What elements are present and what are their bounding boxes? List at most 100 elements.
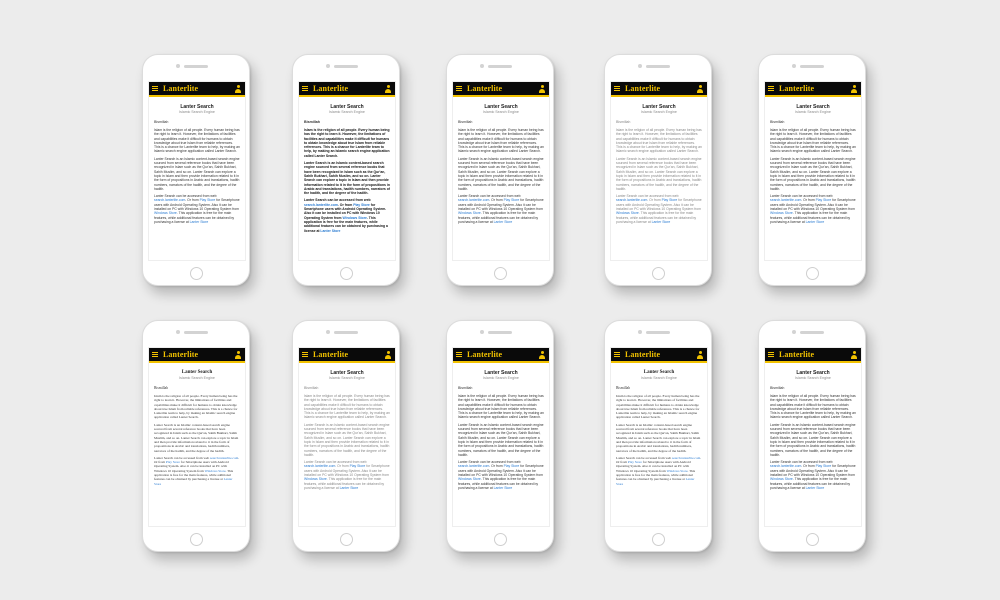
phone-screen: Lanterlite Lanter Search Islamic Search … <box>610 81 708 261</box>
brand-logo[interactable]: Lanterlite <box>467 349 502 360</box>
page-content: Lanter Search Islamic Search Engine Bism… <box>453 363 549 490</box>
phone-mockup-8: Lanterlite Lanter Search Islamic Search … <box>446 320 554 552</box>
speaker <box>334 331 358 334</box>
lanter-store-link[interactable]: Lanter Store <box>494 486 513 490</box>
page-subtitle: Islamic Search Engine <box>795 376 831 380</box>
user-icon[interactable] <box>851 351 857 359</box>
lanter-store-link[interactable]: Lanter Store <box>494 220 513 224</box>
top-bar: Lanterlite <box>765 348 861 363</box>
description-paragraph: Lanter Search is an Islamic content-base… <box>304 422 390 457</box>
page-subtitle: Islamic Search Engine <box>641 110 677 114</box>
lanter-store-link[interactable]: Lanter Store <box>806 486 825 490</box>
speaker <box>800 65 824 68</box>
phone-screen: Lanterlite Lanter Search Islamic Search … <box>452 347 550 527</box>
page-content: Lanter Search Islamic Search Engine Bism… <box>149 363 245 486</box>
access-paragraph: Lanter Search can be accessed from web s… <box>304 460 390 490</box>
page-content: Lanter Search Islamic Search Engine Bism… <box>611 363 707 486</box>
user-icon[interactable] <box>697 351 703 359</box>
menu-icon[interactable] <box>614 352 620 357</box>
access-paragraph: Lanter Search can be accessed from web s… <box>458 194 544 224</box>
user-icon[interactable] <box>851 85 857 93</box>
bismillah-text: Bismillah <box>154 386 168 390</box>
description-paragraph: Lanter Search is an Islamic content-base… <box>458 422 544 457</box>
menu-icon[interactable] <box>152 352 158 357</box>
menu-icon[interactable] <box>456 352 462 357</box>
menu-icon[interactable] <box>302 352 308 357</box>
intro-paragraph: Islam is the religion of all people. Eve… <box>616 128 702 154</box>
page-subtitle: Islamic Search Engine <box>483 376 519 380</box>
brand-logo[interactable]: Lanterlite <box>779 83 814 94</box>
intro-paragraph: Islam is the religion of all people. Eve… <box>458 394 544 420</box>
home-button[interactable] <box>340 267 353 280</box>
home-button[interactable] <box>190 533 203 546</box>
page-subtitle: Islamic Search Engine <box>329 376 365 380</box>
brand-logo[interactable]: Lanterlite <box>313 83 348 94</box>
phone-mockup-1: Lanterlite Lanter Search Islamic Search … <box>142 54 250 286</box>
lanter-store-link[interactable]: Lanter Store <box>190 220 209 224</box>
user-icon[interactable] <box>697 85 703 93</box>
camera <box>326 64 330 68</box>
menu-icon[interactable] <box>614 86 620 91</box>
lanter-store-link[interactable]: Lanter Store <box>652 220 671 224</box>
home-button[interactable] <box>494 267 507 280</box>
camera <box>792 330 796 334</box>
brand-logo[interactable]: Lanterlite <box>625 349 660 360</box>
brand-logo[interactable]: Lanterlite <box>779 349 814 360</box>
home-button[interactable] <box>652 533 665 546</box>
menu-icon[interactable] <box>456 86 462 91</box>
phone-mockup-2: Lanterlite Lanter Search Islamic Search … <box>292 54 400 286</box>
bismillah-text: Bismillah <box>304 120 320 124</box>
description-paragraph: Lanter Search is an Islamic content-base… <box>154 422 239 453</box>
user-icon[interactable] <box>385 85 391 93</box>
lanter-store-link[interactable]: Lanter Store <box>806 220 825 224</box>
brand-logo[interactable]: Lanterlite <box>163 83 198 94</box>
speaker <box>800 331 824 334</box>
lanter-store-link[interactable]: Lanter Store <box>340 486 359 490</box>
access-paragraph: Lanter Search can be accessed from web s… <box>770 194 856 224</box>
user-icon[interactable] <box>235 85 241 93</box>
page-subtitle: Islamic Search Engine <box>179 110 215 114</box>
brand-logo[interactable]: Lanterlite <box>163 349 198 360</box>
phone-screen: Lanterlite Lanter Search Islamic Search … <box>298 81 396 261</box>
camera <box>326 330 330 334</box>
page-subtitle: Islamic Search Engine <box>483 110 519 114</box>
camera <box>638 64 642 68</box>
menu-icon[interactable] <box>768 86 774 91</box>
bismillah-text: Bismillah <box>154 120 169 124</box>
user-icon[interactable] <box>539 85 545 93</box>
camera <box>792 64 796 68</box>
home-button[interactable] <box>494 533 507 546</box>
brand-logo[interactable]: Lanterlite <box>467 83 502 94</box>
bismillah-text: Bismillah <box>770 386 785 390</box>
menu-icon[interactable] <box>152 86 158 91</box>
phone-screen: Lanterlite Lanter Search Islamic Search … <box>148 81 246 261</box>
top-bar: Lanterlite <box>611 82 707 97</box>
phone-mockup-7: Lanterlite Lanter Search Islamic Search … <box>292 320 400 552</box>
intro-paragraph: Islam is the religion of all people. Eve… <box>154 128 240 154</box>
home-button[interactable] <box>806 267 819 280</box>
menu-icon[interactable] <box>768 352 774 357</box>
lanter-store-link[interactable]: Lanter Store <box>320 229 340 233</box>
intro-paragraph: Islam is the religion of all people. Eve… <box>770 128 856 154</box>
speaker <box>646 331 670 334</box>
home-button[interactable] <box>652 267 665 280</box>
bismillah-text: Bismillah <box>458 120 473 124</box>
user-icon[interactable] <box>539 351 545 359</box>
user-icon[interactable] <box>385 351 391 359</box>
access-paragraph: Lanter Search can be accessed from web s… <box>154 456 240 486</box>
camera <box>176 64 180 68</box>
home-button[interactable] <box>190 267 203 280</box>
home-button[interactable] <box>340 533 353 546</box>
bismillah-text: Bismillah <box>616 386 630 390</box>
description-paragraph: Lanter Search is an Islamic content-base… <box>616 156 702 191</box>
home-button[interactable] <box>806 533 819 546</box>
user-icon[interactable] <box>235 351 241 359</box>
brand-logo[interactable]: Lanterlite <box>625 83 660 94</box>
intro-paragraph: Islam is the religion of all people. Eve… <box>458 128 544 154</box>
intro-paragraph: Islam is the religion of all people. Eve… <box>154 394 238 420</box>
menu-icon[interactable] <box>302 86 308 91</box>
page-subtitle: Islamic Search Engine <box>179 376 215 380</box>
top-bar: Lanterlite <box>149 348 245 363</box>
brand-logo[interactable]: Lanterlite <box>313 349 348 360</box>
page-content: Lanter Search Islamic Search Engine Bism… <box>299 363 395 490</box>
